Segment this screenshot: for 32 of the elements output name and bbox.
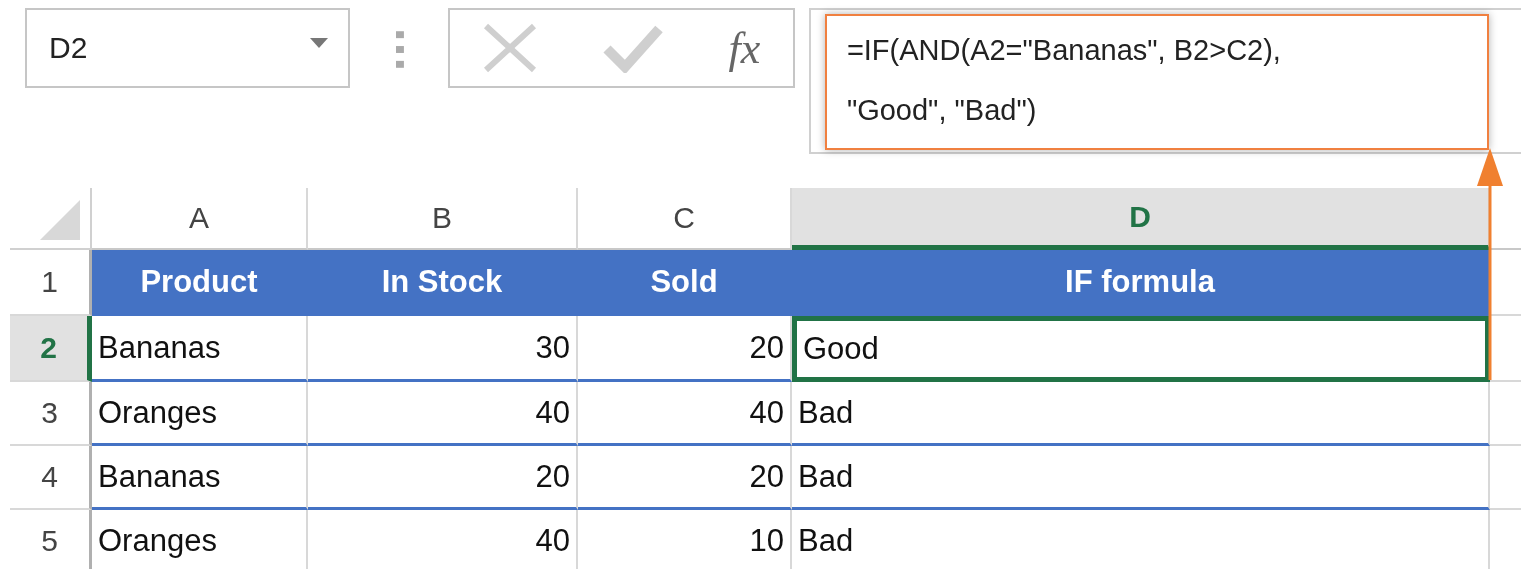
table-cell: Sold	[578, 250, 792, 316]
table-cell: Bad	[792, 382, 1490, 446]
grip-icon	[395, 31, 404, 69]
check-icon[interactable]	[603, 23, 664, 73]
row-header[interactable]: 4	[10, 446, 92, 510]
row-header[interactable]: 2	[10, 316, 92, 382]
table-cell: Product	[92, 250, 308, 316]
column-header[interactable]: D	[792, 188, 1490, 250]
table-cell: 20	[578, 316, 792, 382]
row-header[interactable]: 3	[10, 382, 92, 446]
table-cell: Bad	[792, 510, 1490, 569]
table-cell: 40	[308, 510, 578, 569]
formula-field[interactable]: =IF(AND(A2="Bananas", B2>C2), "Good", "Bad")	[824, 14, 1489, 150]
table-cell: Good	[792, 316, 1490, 382]
table-cell: 20	[308, 446, 578, 510]
row-header[interactable]: 5	[10, 510, 92, 569]
table-cell: 30	[308, 316, 578, 382]
table-cell: IF formula	[792, 250, 1490, 316]
table-cell: Bananas	[92, 446, 308, 510]
table-cell: Bad	[792, 446, 1490, 510]
name-box[interactable]: D2	[25, 8, 350, 88]
table-cell: Oranges	[92, 382, 308, 446]
table-cell: In Stock	[308, 250, 578, 316]
select-all-icon[interactable]	[40, 200, 80, 240]
table-cell: 40	[578, 382, 792, 446]
caret-icon[interactable]	[309, 38, 328, 48]
table-cell: 10	[578, 510, 792, 569]
table-cell: Bananas	[92, 316, 308, 382]
table-cell: 20	[578, 446, 792, 510]
table-cell: 40	[308, 382, 578, 446]
table-cell: Oranges	[92, 510, 308, 569]
insert-function-button[interactable]: fx	[728, 22, 761, 74]
